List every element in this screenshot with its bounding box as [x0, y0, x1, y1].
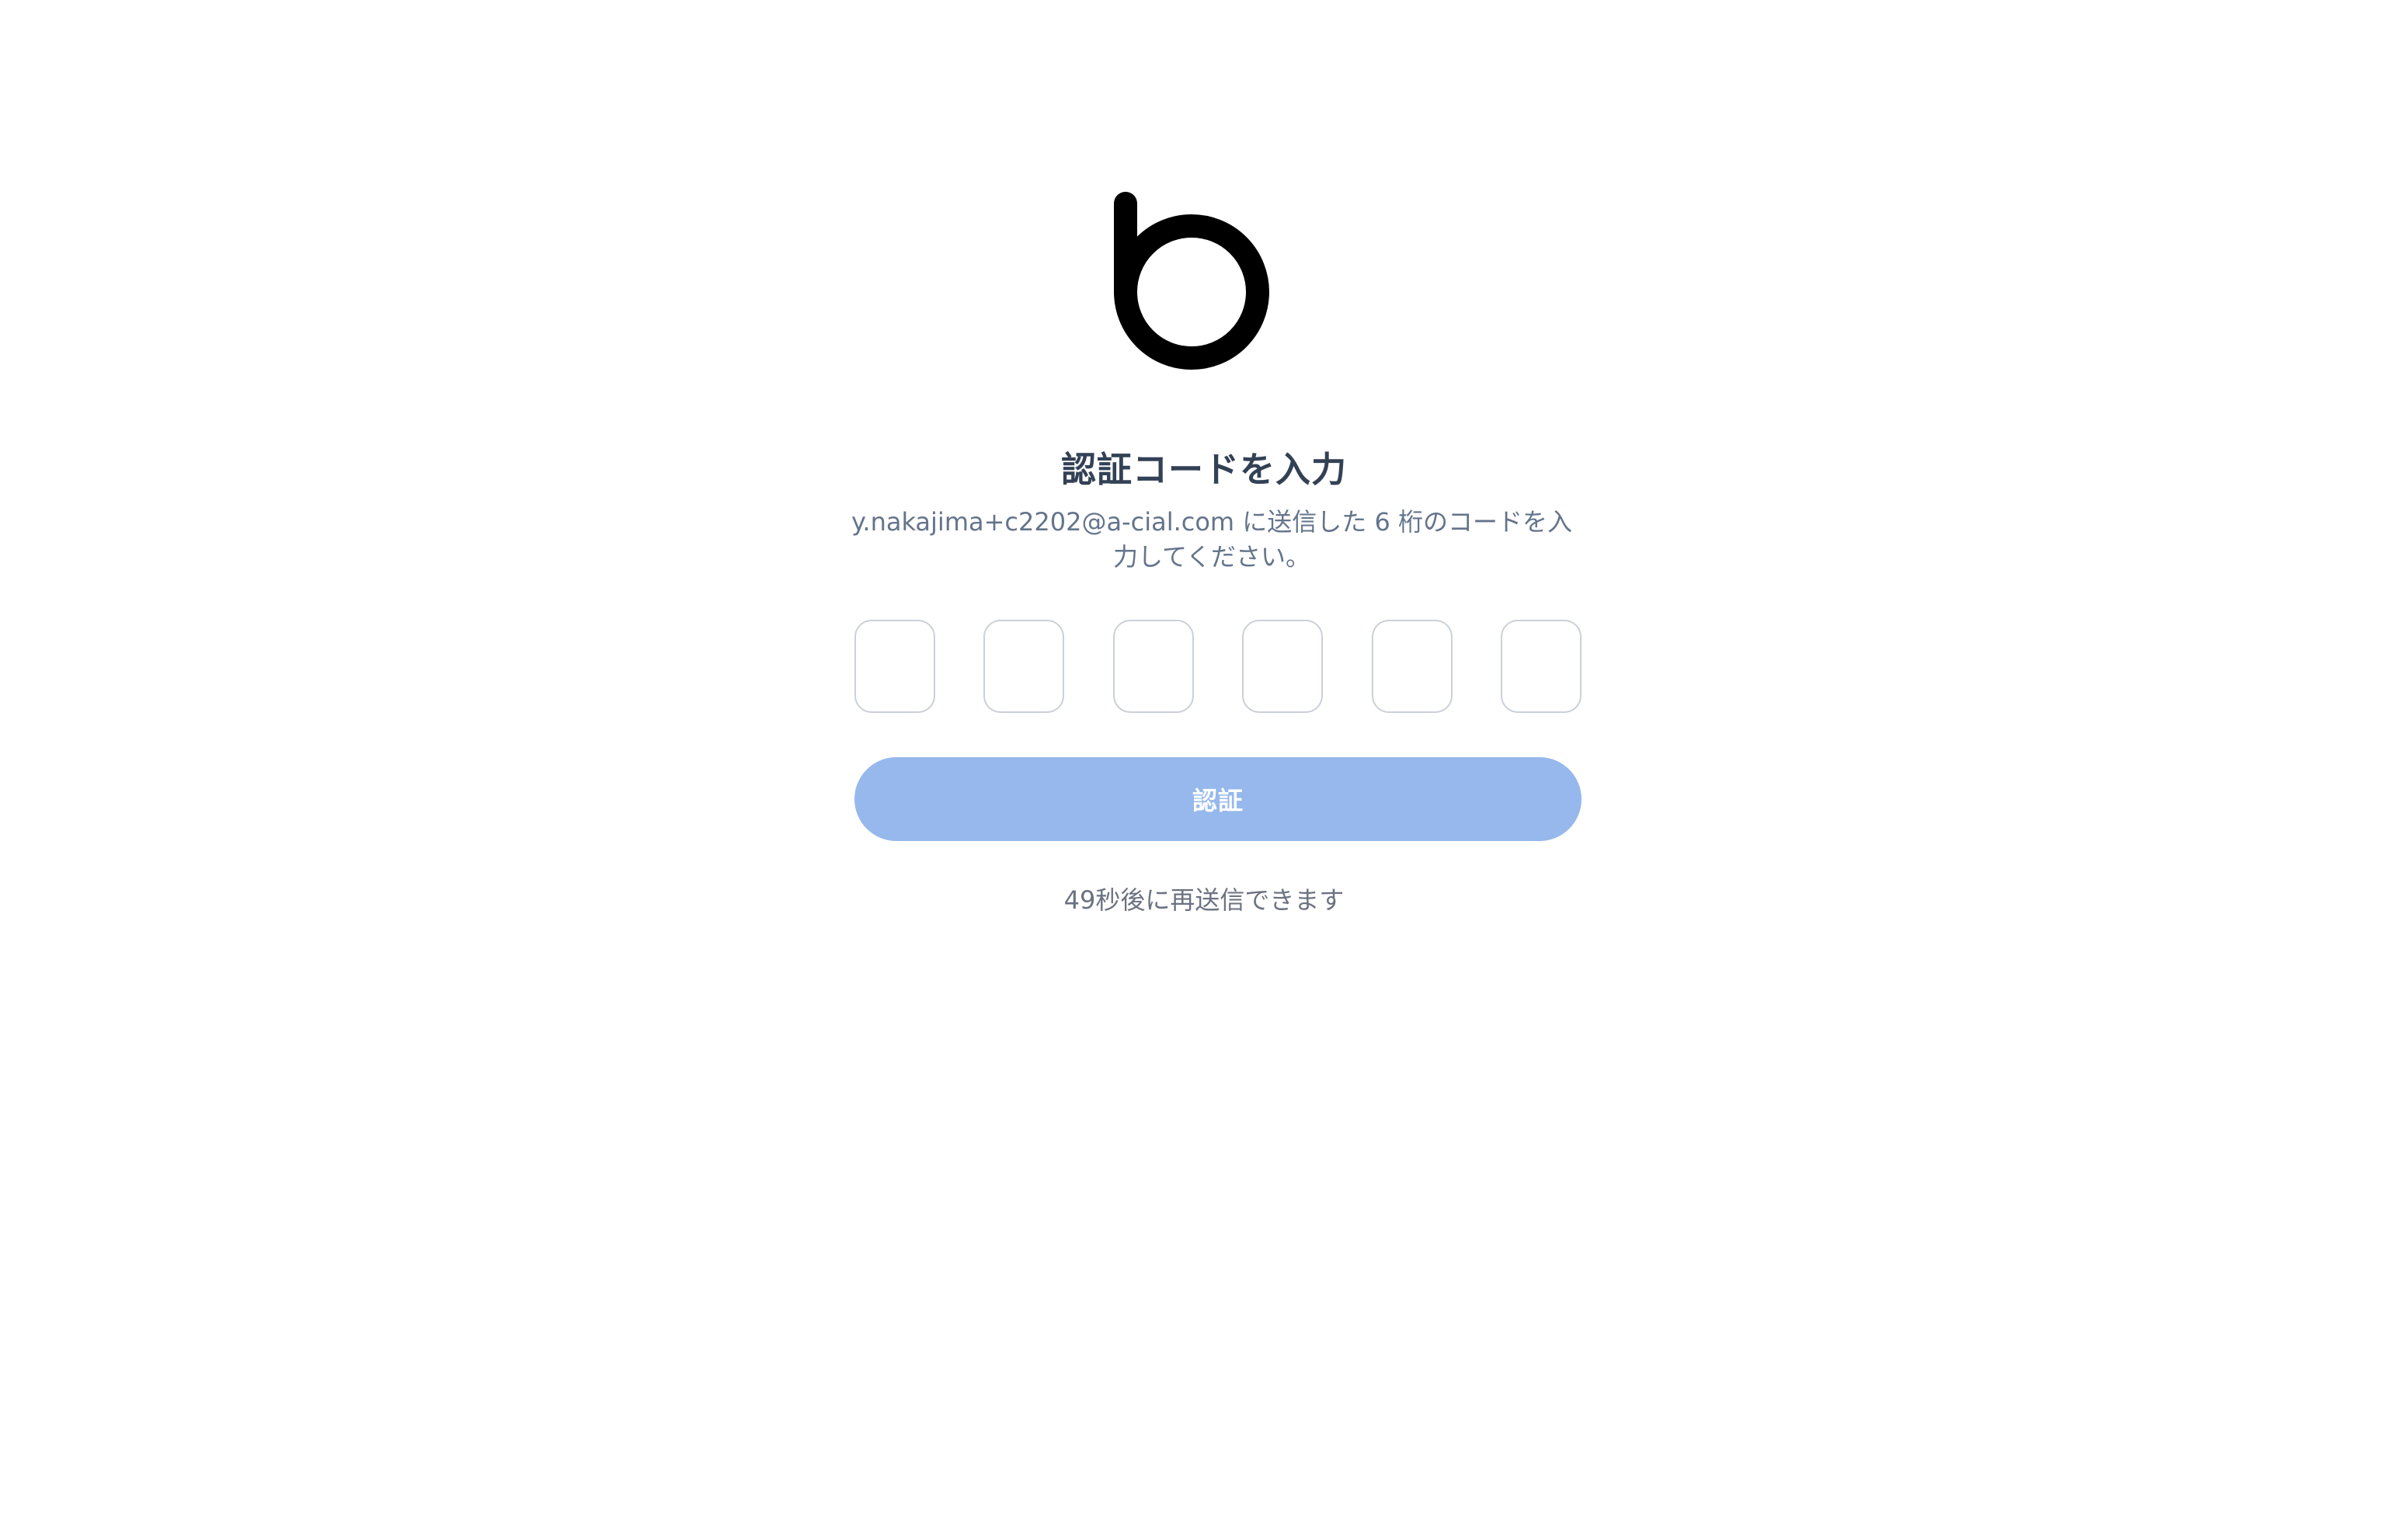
- otp-digit-1[interactable]: [854, 620, 935, 713]
- otp-digit-4[interactable]: [1242, 620, 1324, 713]
- logo-letter-b: [1114, 192, 1269, 370]
- resend-countdown-text: 49秒後に再送信できます: [1063, 885, 1345, 915]
- code-instruction-text: y.nakajima+c2202@a-cial.com に送信した 6 桁のコー…: [851, 507, 1572, 572]
- otp-digit-5[interactable]: [1371, 620, 1453, 713]
- page-title: 認証コードを入力: [1060, 449, 1347, 490]
- brand-logo: [1114, 157, 1314, 370]
- otp-digit-2[interactable]: [983, 620, 1065, 713]
- otp-digit-6[interactable]: [1500, 620, 1582, 713]
- otp-digit-3[interactable]: [1112, 620, 1194, 713]
- verify-button[interactable]: 認証: [854, 757, 1582, 841]
- otp-input-group: [854, 620, 1582, 716]
